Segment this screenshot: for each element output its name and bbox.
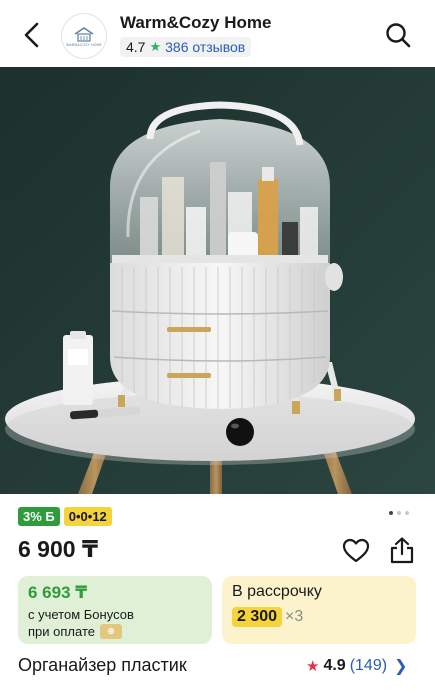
search-button[interactable] xyxy=(384,21,412,49)
shop-logo[interactable]: WARM&COZY HOME xyxy=(61,13,107,59)
payment-card-icon: ⊕ xyxy=(99,624,122,639)
installment-row: 2 300 ×3 xyxy=(232,607,406,627)
pagination-dot xyxy=(405,511,409,515)
favorite-button[interactable] xyxy=(342,538,370,564)
star-icon: ★ xyxy=(306,658,320,675)
product-price: 6 900 ₸ xyxy=(18,536,98,562)
gallery-pagination xyxy=(389,511,409,515)
house-icon xyxy=(74,26,94,42)
search-icon xyxy=(386,23,411,48)
installment-label: В рассрочку xyxy=(232,583,322,600)
installment-badge[interactable]: 0•0•12 xyxy=(63,507,112,526)
chevron-left-icon xyxy=(24,22,39,48)
shop-reviews-link[interactable]: 386 отзывов xyxy=(165,39,245,55)
promo-badges: 3% Б 0•0•12 xyxy=(18,507,112,526)
share-icon xyxy=(390,537,414,564)
share-button[interactable] xyxy=(388,536,416,564)
product-reviews-count: (149) xyxy=(349,657,388,674)
installment-times: ×3 xyxy=(285,608,304,625)
bonus-price: 6 693 ₸ xyxy=(28,583,88,602)
star-icon: ★ xyxy=(149,39,162,54)
shop-rating-value: 4.7 xyxy=(126,39,146,55)
bonus-caption-2: при оплате xyxy=(28,624,95,639)
chevron-right-icon: ❯ xyxy=(394,658,408,675)
heart-icon xyxy=(342,538,370,563)
pagination-dot xyxy=(397,511,401,515)
pagination-dot-active xyxy=(389,511,393,515)
bonus-caption-1: с учетом Бонусов xyxy=(28,607,134,622)
product-photo xyxy=(0,67,435,494)
logo-text: WARM&COZY HOME xyxy=(66,42,102,47)
product-rating-link[interactable]: ★ 4.9 (149) ❯ xyxy=(306,656,407,676)
installment-card[interactable]: В рассрочку 2 300 ×3 xyxy=(222,576,416,644)
shop-name[interactable]: Warm&Cozy Home xyxy=(120,13,271,33)
product-image[interactable] xyxy=(0,67,435,494)
top-bar: WARM&COZY HOME Warm&Cozy Home 4.7 ★ 386 … xyxy=(0,0,435,67)
cashback-badge[interactable]: 3% Б xyxy=(18,507,60,526)
bonus-caption-row: при оплате ⊕ xyxy=(28,623,202,640)
back-button[interactable] xyxy=(18,20,46,50)
installment-amount: 2 300 xyxy=(232,607,283,627)
bonus-price-card[interactable]: 6 693 ₸ с учетом Бонусов при оплате ⊕ xyxy=(18,576,212,644)
product-rating-value: 4.9 xyxy=(323,657,346,674)
product-title: Органайзер пластик xyxy=(18,655,187,675)
shop-rating-badge[interactable]: 4.7 ★ 386 отзывов xyxy=(120,37,252,57)
